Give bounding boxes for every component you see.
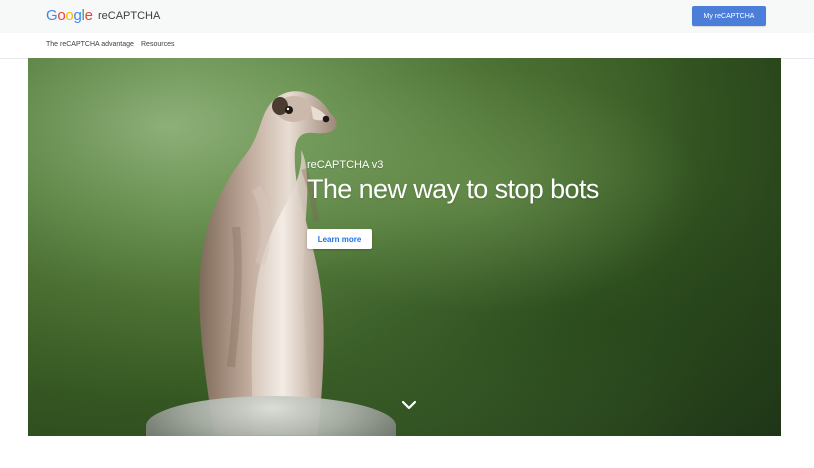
- logo-letter-g2: g: [73, 7, 82, 24]
- nav-item-recaptcha-advantage[interactable]: The reCAPTCHA advantage: [46, 41, 134, 48]
- hero-eyebrow: reCAPTCHA v3: [307, 159, 384, 171]
- logo-letter-g: G: [46, 7, 58, 24]
- secondary-navigation: The reCAPTCHA advantage Resources: [0, 33, 814, 59]
- my-recaptcha-button[interactable]: My reCAPTCHA: [692, 6, 766, 26]
- logo-letter-e: e: [84, 7, 93, 24]
- hero-title: The new way to stop bots: [307, 174, 599, 204]
- product-name: reCAPTCHA: [98, 10, 161, 22]
- nav-item-resources[interactable]: Resources: [141, 41, 174, 48]
- hero-banner: reCAPTCHA v3 The new way to stop bots Le…: [28, 58, 781, 436]
- chevron-down-icon[interactable]: [400, 398, 418, 412]
- google-logo: Google: [46, 7, 93, 24]
- top-header: Google reCAPTCHA My reCAPTCHA: [0, 0, 814, 33]
- meerkat-image: [199, 91, 337, 435]
- learn-more-button[interactable]: Learn more: [307, 229, 372, 249]
- hero-background-texture: [28, 58, 781, 436]
